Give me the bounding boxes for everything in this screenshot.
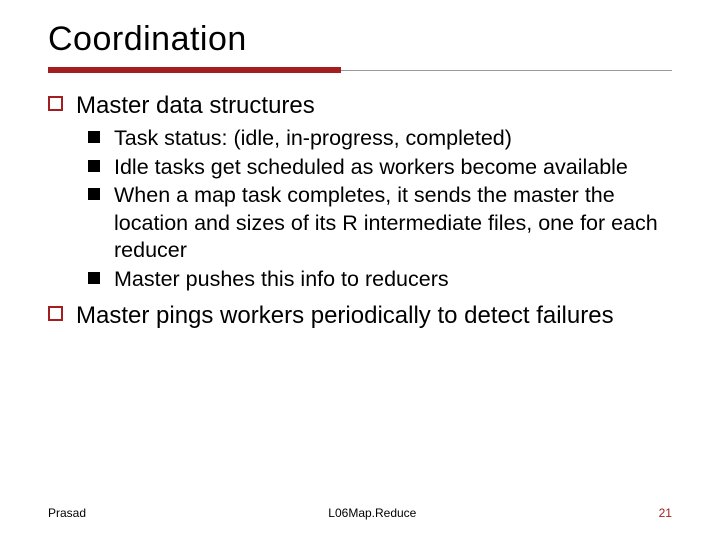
subbullet-task-status: Task status: (idle, in-progress, complet… — [88, 125, 672, 153]
bullet-master-data-structures: Master data structures — [48, 91, 672, 121]
square-filled-icon — [88, 266, 114, 294]
square-filled-icon — [88, 125, 114, 153]
square-filled-icon — [88, 154, 114, 182]
subbullet-text: Idle tasks get scheduled as workers beco… — [114, 154, 672, 182]
slide-title: Coordination — [48, 20, 672, 59]
slide-body: Master data structures Task status: (idl… — [48, 91, 672, 331]
subbullet-idle-tasks: Idle tasks get scheduled as workers beco… — [88, 154, 672, 182]
subbullet-map-task-completes: When a map task completes, it sends the … — [88, 182, 672, 265]
subbullet-text: Master pushes this info to reducers — [114, 266, 672, 294]
footer-deck: L06Map.Reduce — [328, 506, 416, 520]
bullet-master-pings: Master pings workers periodically to det… — [48, 301, 672, 331]
sub-bullet-group: Task status: (idle, in-progress, complet… — [48, 125, 672, 293]
slide-footer: Prasad L06Map.Reduce 21 — [48, 506, 672, 520]
square-filled-icon — [88, 182, 114, 265]
subbullet-text: When a map task completes, it sends the … — [114, 182, 672, 265]
square-open-icon — [48, 301, 76, 331]
footer-page-number: 21 — [659, 506, 672, 520]
subbullet-master-pushes: Master pushes this info to reducers — [88, 266, 672, 294]
title-rule — [48, 67, 672, 73]
subbullet-text: Task status: (idle, in-progress, complet… — [114, 125, 672, 153]
footer-author: Prasad — [48, 506, 86, 520]
bullet-text: Master pings workers periodically to det… — [76, 301, 672, 331]
square-open-icon — [48, 91, 76, 121]
bullet-text: Master data structures — [76, 91, 672, 121]
